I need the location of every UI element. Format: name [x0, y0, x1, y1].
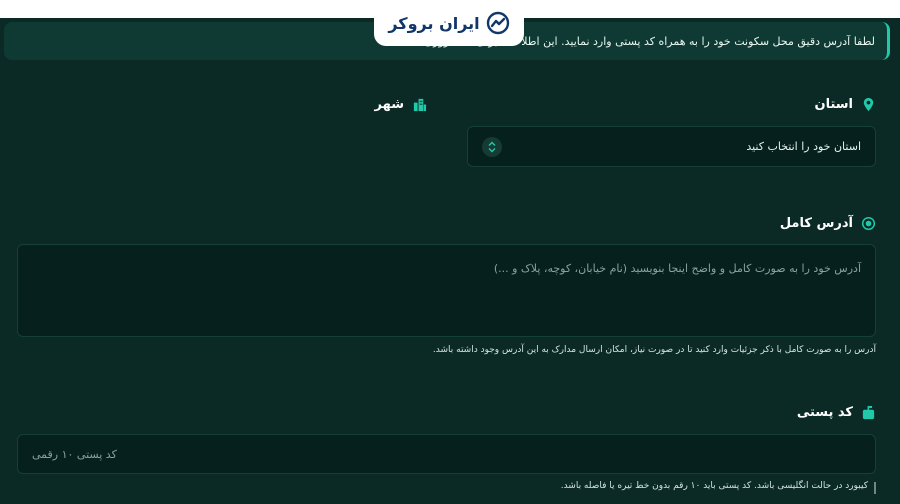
brand-logo[interactable]: ایران بروکر [374, 0, 524, 46]
address-textarea[interactable]: آدرس خود را به صورت کامل و واضح اینجا بن… [17, 244, 876, 337]
postal-code-input[interactable]: کد پستی ۱۰ رقمی [17, 434, 876, 474]
brand-logo-icon [486, 11, 509, 35]
address-label: آدرس کامل [780, 216, 876, 231]
province-label-text: استان [814, 97, 853, 112]
postal-placeholder: کد پستی ۱۰ رقمی [32, 447, 117, 461]
brand-name: ایران بروکر [388, 13, 480, 33]
address-placeholder: آدرس خود را به صورت کامل و واضح اینجا بن… [493, 262, 861, 275]
postal-hint-bar [874, 482, 876, 494]
postal-label: کد پستی [797, 405, 876, 420]
chevron-updown-icon [482, 136, 502, 157]
mailbox-icon [862, 405, 875, 420]
postal-label-text: کد پستی [796, 405, 853, 420]
city-label: شهر [375, 97, 427, 112]
location-pin-icon [863, 97, 874, 112]
province-label: استان [814, 97, 876, 112]
address-label-text: آدرس کامل [779, 216, 853, 231]
city-buildings-icon [413, 98, 427, 112]
city-label-text: شهر [374, 97, 404, 112]
postal-hint: کیبورد در حالت انگلیسی باشد. کد پستی بای… [560, 481, 868, 491]
address-hint: آدرس را به صورت کامل با ذکر جزئیات وارد … [432, 345, 876, 355]
province-select-value: استان خود را انتخاب کنید [746, 140, 861, 153]
target-icon [861, 216, 876, 231]
province-select[interactable]: استان خود را انتخاب کنید [467, 126, 876, 167]
